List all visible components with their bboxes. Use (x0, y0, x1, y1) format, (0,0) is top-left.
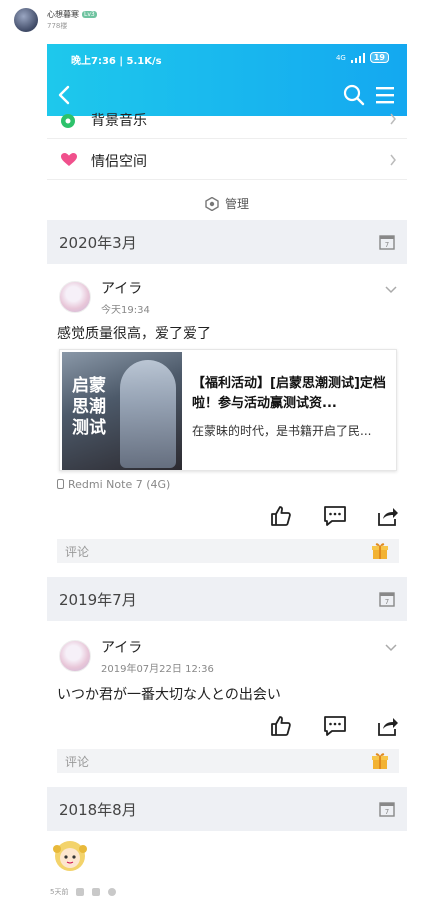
signal-icon (350, 52, 365, 63)
chevron-right-icon (390, 154, 396, 166)
calendar-icon[interactable]: 7 (379, 234, 395, 250)
month-label: 2020年3月 (59, 234, 137, 252)
svg-text:7: 7 (385, 808, 389, 816)
menu-row-couple-space[interactable]: 情侣空间 (47, 138, 407, 180)
chevron-down-icon[interactable] (385, 286, 397, 294)
embedded-screenshot: 晚上7:36 | 5.1K/s 4G 19 背景音乐 情侣空间 管理 2020年… (47, 44, 407, 880)
comment-time: 2019年07月22日 12:36 (101, 664, 214, 675)
thumbs-up-icon[interactable] (269, 714, 293, 738)
commenter-name[interactable]: アイラ (101, 637, 142, 657)
heart-icon (61, 153, 77, 166)
device-info: Redmi Note 7 (4G) (57, 478, 170, 491)
status-icons: 4G 19 (336, 52, 389, 63)
menu-icon[interactable] (375, 85, 395, 105)
month-section-header: 2019年7月 7 (47, 577, 407, 621)
commenter-avatar[interactable] (59, 640, 91, 672)
user-avatar[interactable] (14, 8, 38, 32)
comment-time: 今天19:34 (101, 305, 150, 316)
comment-input-bar[interactable]: 评论 (57, 539, 399, 563)
chevron-right-icon (390, 113, 396, 125)
chevron-down-icon[interactable] (385, 644, 397, 652)
user-name[interactable]: 心想暮寒 Lv3 (47, 9, 97, 20)
calendar-icon[interactable]: 7 (379, 801, 395, 817)
outer-post-header: 心想暮寒 Lv3 778楼 (0, 0, 421, 44)
settings-hexagon-icon (205, 197, 219, 211)
month-label: 2018年8月 (59, 801, 137, 819)
svg-text:7: 7 (385, 598, 389, 606)
menu-row-background-music[interactable]: 背景音乐 (47, 106, 407, 138)
phone-icon (57, 479, 64, 489)
comment-icon[interactable] (323, 714, 347, 738)
status-time-speed: 晚上7:36 | 5.1K/s (71, 56, 162, 67)
menu-row-label: 情侣空间 (91, 154, 147, 170)
article-title: 【福利活动】[启蒙思潮测试]定档啦！参与活动赢测试资... (192, 376, 386, 411)
anime-sticker-image (53, 841, 87, 871)
commenter-avatar[interactable] (59, 281, 91, 313)
gift-icon[interactable] (371, 752, 389, 770)
level-badge: Lv3 (82, 11, 97, 18)
month-section-header: 2018年8月 7 (47, 787, 407, 831)
dislike-icon[interactable] (92, 888, 101, 896)
device-name: Redmi Note 7 (4G) (68, 478, 171, 491)
share-icon[interactable] (375, 714, 399, 738)
search-icon[interactable] (343, 84, 365, 106)
status-bar: 晚上7:36 | 5.1K/s 4G 19 (47, 44, 407, 74)
manage-button[interactable]: 管理 (47, 186, 407, 220)
like-icon[interactable] (76, 888, 85, 896)
music-icon (61, 114, 75, 128)
comment-input-bar[interactable]: 评论 (57, 749, 399, 773)
post-time: 5天前 (50, 888, 69, 896)
comment-text: いつか君が一番大切な人との出会い (57, 687, 281, 703)
thumbnail-title: 启蒙思潮测试 (72, 376, 106, 438)
commenter-name[interactable]: アイラ (101, 278, 142, 298)
comment-icon[interactable] (323, 504, 347, 528)
menu-row-label: 背景音乐 (91, 113, 147, 129)
month-section-header: 2020年3月 7 (47, 220, 407, 264)
thumbnail-character (120, 360, 176, 468)
svg-text:7: 7 (385, 241, 389, 249)
comment-actions (47, 714, 407, 744)
thumbs-up-icon[interactable] (269, 504, 293, 528)
shared-article-card[interactable]: 启蒙思潮测试 【福利活动】[启蒙思潮测试]定档啦！参与活动赢测试资... 在蒙昧… (59, 349, 397, 471)
article-thumbnail: 启蒙思潮测试 (62, 352, 182, 470)
calendar-icon[interactable]: 7 (379, 591, 395, 607)
comment-placeholder: 评论 (65, 545, 90, 559)
post-footer: 5天前 (50, 887, 117, 897)
back-arrow-icon[interactable] (55, 84, 75, 106)
month-label: 2019年7月 (59, 591, 137, 609)
gift-icon[interactable] (371, 542, 389, 560)
comment-placeholder: 评论 (65, 755, 90, 769)
network-indicator: 4G (335, 53, 346, 62)
user-name-text: 心想暮寒 (47, 10, 79, 19)
comment-icon[interactable] (108, 888, 117, 896)
comment-text: 感觉质量很高，爱了爱了 (57, 326, 211, 342)
floor-number: 778楼 (47, 22, 68, 30)
article-description: 在蒙昧的时代，是书籍开启了民... (192, 424, 372, 438)
manage-label: 管理 (224, 197, 249, 211)
comment-actions (47, 504, 407, 534)
battery-indicator: 19 (369, 52, 389, 63)
share-icon[interactable] (375, 504, 399, 528)
